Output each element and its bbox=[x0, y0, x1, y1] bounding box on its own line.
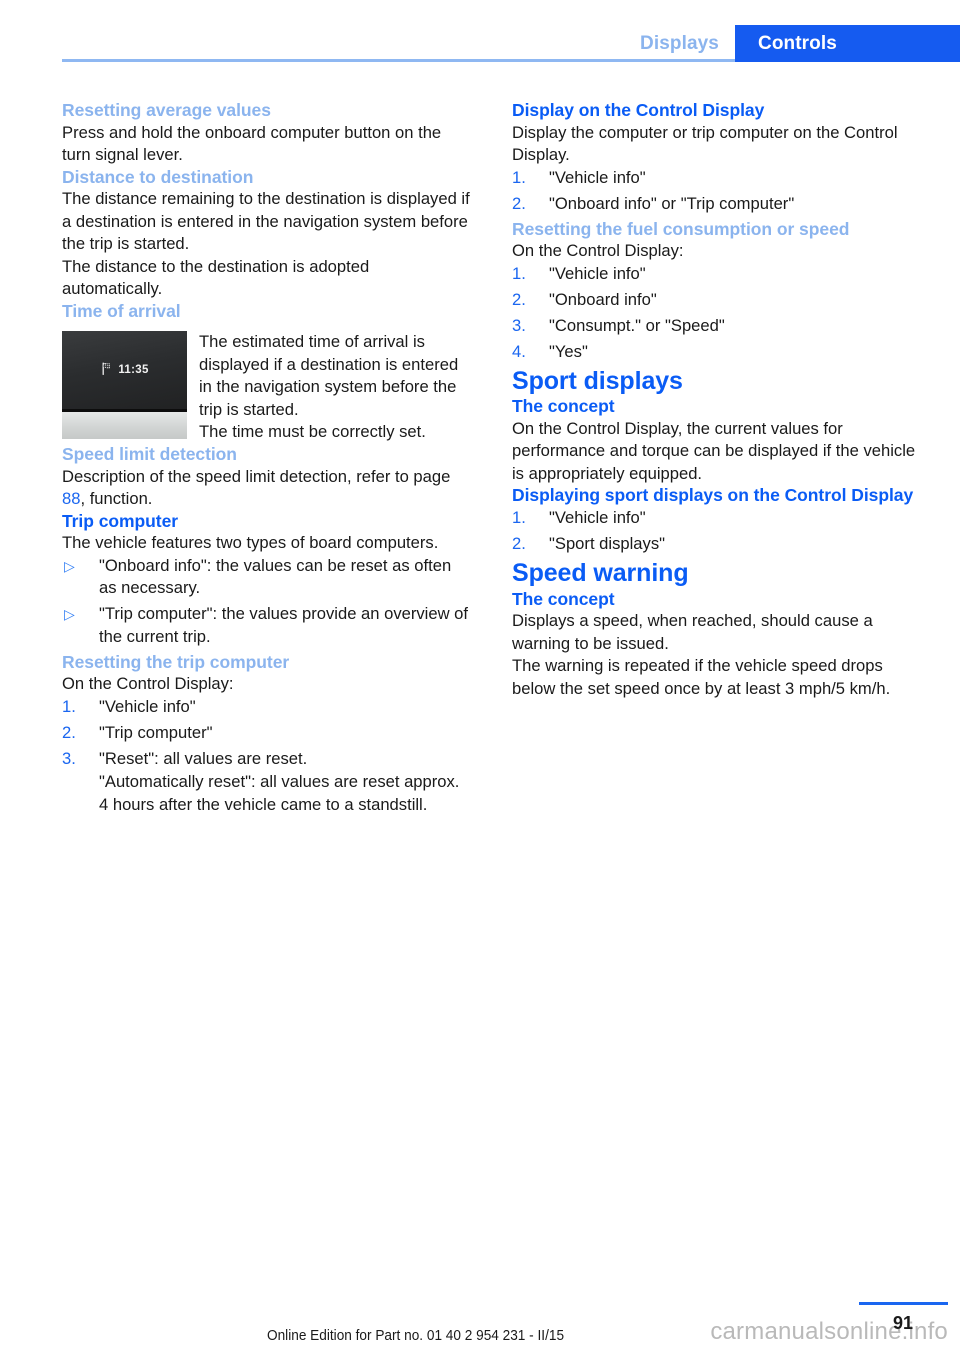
footer-edition-text: Online Edition for Part no. 01 40 2 954 … bbox=[267, 1328, 565, 1344]
display-control-display-steps: 1. "Vehicle info" 2. "Onboard info" or "… bbox=[512, 167, 923, 215]
list-item-text: "Trip computer" bbox=[99, 722, 213, 742]
list-number: 2. bbox=[62, 722, 76, 742]
heading-speed-limit-detection: Speed limit detection bbox=[62, 443, 237, 464]
arrival-time-value: 11:35 bbox=[118, 364, 149, 377]
checkered-flag-icon bbox=[100, 362, 113, 378]
heading-distance-to-destination: Distance to destination bbox=[62, 166, 254, 187]
list-number: 1. bbox=[512, 508, 526, 528]
list-number: 3. bbox=[62, 748, 76, 768]
page-number-rule bbox=[859, 1302, 948, 1305]
list-item-text: "Onboard info" or "Trip computer" bbox=[549, 193, 795, 213]
list-item: 2. "Trip computer" bbox=[62, 722, 473, 744]
figure-base-trim bbox=[62, 412, 187, 440]
list-item: 3. "Reset": all values are reset. "Autom… bbox=[62, 748, 473, 816]
para-sport-displays-concept: On the Control Display, the current valu… bbox=[512, 418, 916, 483]
heading-sport-displays-concept: The concept bbox=[512, 396, 615, 417]
title-speed-warning: Speed warning bbox=[512, 559, 689, 588]
triangle-bullet-icon: ▷ bbox=[64, 606, 75, 623]
list-item-text: "Yes" bbox=[549, 341, 588, 361]
page-footer: Online Edition for Part no. 01 40 2 954 … bbox=[0, 1272, 960, 1362]
list-item: 2. "Sport displays" bbox=[512, 533, 923, 555]
list-item-text: "Consumpt." or "Speed" bbox=[549, 315, 725, 335]
header-divider bbox=[62, 59, 735, 62]
title-sport-displays: Sport displays bbox=[512, 366, 683, 395]
page-header: Displays Controls bbox=[0, 0, 960, 62]
heading-resetting-trip-computer: Resetting the trip computer bbox=[62, 651, 290, 672]
para-speed-warning-concept-2: The warning is repeated if the vehicle s… bbox=[512, 656, 891, 698]
list-item-text: "Onboard info": the values can be reset … bbox=[99, 555, 452, 598]
figure-caption-block: The estimated time of arrival is display… bbox=[199, 331, 473, 443]
displaying-sport-displays-steps: 1. "Vehicle info" 2. "Sport displays" bbox=[512, 507, 923, 555]
resetting-trip-computer-steps: 1. "Vehicle info" 2. "Trip computer" 3. … bbox=[62, 696, 473, 816]
para-distance-to-destination-2: The distance to the destination is adopt… bbox=[62, 256, 370, 299]
para-distance-to-destination-1: The distance remaining to the destinatio… bbox=[62, 189, 470, 254]
list-number: 1. bbox=[62, 696, 76, 716]
list-item-text: "Vehicle info" bbox=[549, 263, 646, 283]
para-resetting-fuel-consumption: On the Control Display: bbox=[512, 241, 684, 261]
heading-resetting-average-values: Resetting average values bbox=[62, 100, 271, 120]
list-item-text: "Sport displays" bbox=[549, 534, 666, 554]
list-number: 1. bbox=[512, 167, 526, 187]
para-time-of-arrival-2: The time must be correctly set. bbox=[199, 422, 426, 442]
para-trip-computer: The vehicle features two types of board … bbox=[62, 533, 439, 553]
para-resetting-trip-computer: On the Control Display: bbox=[62, 674, 234, 694]
para-speed-limit-after: , function. bbox=[80, 489, 153, 509]
right-column: Display on the Control Display Display t… bbox=[512, 100, 923, 700]
list-number: 4. bbox=[512, 341, 526, 361]
para-time-of-arrival-1: The estimated time of arrival is display… bbox=[199, 332, 459, 419]
list-item-text: "Vehicle info" bbox=[549, 508, 646, 528]
heading-trip-computer: Trip computer bbox=[62, 510, 179, 531]
list-item: 2. "Onboard info" or "Trip computer" bbox=[512, 193, 923, 215]
para-display-on-control-display: Display the computer or trip computer on… bbox=[512, 122, 898, 165]
list-item: 1. "Vehicle info" bbox=[512, 263, 923, 285]
list-item-text: "Reset": all values are reset. bbox=[99, 748, 308, 768]
tab-controls-label: Controls bbox=[758, 33, 837, 54]
list-item: 1. "Vehicle info" bbox=[512, 167, 923, 189]
page-number: 91 bbox=[892, 1313, 913, 1333]
list-item: 3. "Consumpt." or "Speed" bbox=[512, 315, 923, 337]
list-item-subtext: "Automatically reset": all values are re… bbox=[99, 772, 460, 814]
para-speed-warning-concept-1: Displays a speed, when reached, should c… bbox=[512, 611, 873, 653]
list-item-text: "Vehicle info" bbox=[549, 167, 646, 187]
list-item: 1. "Vehicle info" bbox=[62, 696, 473, 718]
list-item-text: "Vehicle info" bbox=[99, 696, 196, 716]
figure-time-of-arrival: 11:35 The estimated time of arrival is d… bbox=[62, 331, 473, 443]
figure-thumbnail: 11:35 bbox=[62, 331, 187, 440]
list-number: 3. bbox=[512, 315, 526, 335]
heading-display-on-control-display: Display on the Control Display bbox=[512, 100, 765, 120]
list-item: 1. "Vehicle info" bbox=[512, 507, 923, 529]
tab-controls[interactable]: Controls bbox=[735, 25, 960, 62]
page-reference-link[interactable]: 88 bbox=[62, 489, 80, 508]
list-number: 1. bbox=[512, 263, 526, 283]
heading-time-of-arrival: Time of arrival bbox=[62, 300, 181, 321]
list-item: 4. "Yes" bbox=[512, 341, 923, 363]
para-speed-limit-detection: Description of the speed limit detection… bbox=[62, 466, 473, 511]
list-item-text: "Onboard info" bbox=[549, 289, 657, 309]
tab-displays[interactable]: Displays bbox=[640, 33, 719, 55]
list-item: ▷ "Trip computer": the values provide an… bbox=[62, 603, 473, 648]
para-speed-limit-before: Description of the speed limit detection… bbox=[62, 466, 451, 486]
list-item-text: "Trip computer": the values provide an o… bbox=[99, 604, 469, 646]
list-number: 2. bbox=[512, 193, 526, 213]
left-column: Resetting average values Press and hold … bbox=[62, 100, 473, 820]
heading-resetting-fuel-consumption-or-speed: Resetting the fuel consumption or speed bbox=[512, 218, 850, 239]
list-item: ▷ "Onboard info": the values can be rese… bbox=[62, 555, 473, 600]
heading-displaying-sport-displays: Displaying sport displays on the Control… bbox=[512, 485, 914, 506]
list-number: 2. bbox=[512, 534, 526, 554]
list-number: 2. bbox=[512, 289, 526, 309]
display-readout: 11:35 bbox=[62, 362, 187, 378]
trip-computer-bullet-list: ▷ "Onboard info": the values can be rese… bbox=[62, 555, 473, 648]
instrument-display-image: 11:35 bbox=[62, 331, 187, 410]
heading-speed-warning-concept: The concept bbox=[512, 588, 615, 609]
resetting-fuel-consumption-steps: 1. "Vehicle info" 2. "Onboard info" 3. "… bbox=[512, 263, 923, 363]
para-resetting-average-values: Press and hold the onboard computer butt… bbox=[62, 122, 442, 165]
triangle-bullet-icon: ▷ bbox=[64, 557, 75, 574]
list-item: 2. "Onboard info" bbox=[512, 289, 923, 311]
